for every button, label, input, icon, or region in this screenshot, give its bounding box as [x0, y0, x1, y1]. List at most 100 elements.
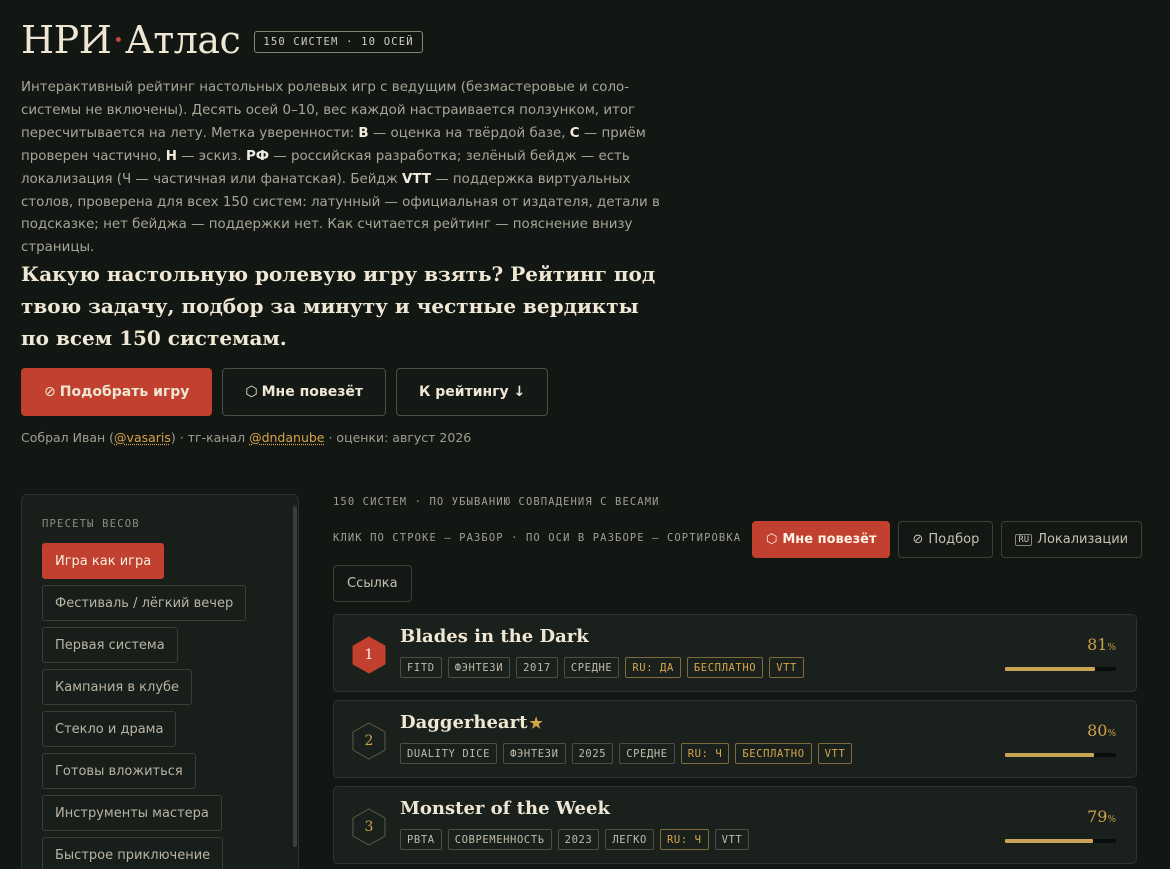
game-name: Daggerheart: [400, 712, 528, 733]
brand-row: НРИ·Атлас 150 СИСТЕМ · 10 ОСЕЙ: [21, 16, 423, 64]
feeling-lucky-label: Мне повезёт: [261, 384, 363, 400]
intro-segment: — оценка на твёрдой базе,: [368, 125, 570, 141]
toolbar-pick-label: Подбор: [928, 532, 980, 547]
score-value: 81: [1087, 635, 1108, 654]
preset-7[interactable]: Инструменты мастера: [42, 795, 222, 831]
tag-badge: СРЕДНЕ: [619, 743, 675, 764]
score-unit: %: [1107, 643, 1116, 653]
score-bar-fill: [1005, 839, 1093, 843]
presets-list: Игра как игра Фестиваль / лёгкий вечер Пер…: [42, 543, 247, 869]
pick-game-button[interactable]: ⊘ Подобрать игру: [21, 368, 213, 416]
rank-number: 2: [364, 733, 374, 749]
score-unit: %: [1107, 729, 1116, 739]
tag-list: DUALITY DICE ФЭНТЕЗИ 2025 СРЕДНЕ RU: Ч БЕСПЛА…: [400, 743, 853, 764]
preset-2[interactable]: Фестиваль / лёгкий вечер: [42, 585, 247, 621]
match-score: 80%: [1087, 721, 1116, 740]
ranking-row[interactable]: 3 Monster of the Week PBTA СОВРЕМЕННОСТЬ 202…: [333, 786, 1137, 864]
intro-keyword: В: [358, 125, 369, 141]
score-bar: [1005, 753, 1116, 757]
author-link[interactable]: @vasaris: [114, 430, 171, 445]
page-headline: Какую настольную ролевую игру взять? Рей…: [21, 262, 656, 350]
tag-list: FITD ФЭНТЕЗИ 2017 СРЕДНЕ RU: ДА БЕСПЛАТНО VTT: [400, 657, 804, 678]
intro-keyword: РФ: [245, 148, 270, 164]
ranking-row[interactable]: 2 Daggerheart ★ DUALITY DICE ФЭНТЕЗИ 2025 СРЕД…: [333, 700, 1137, 778]
score-bar: [1005, 667, 1116, 671]
to-rating-button[interactable]: К рейтингу ↓: [395, 368, 549, 416]
game-title: Blades in the Dark: [400, 626, 589, 647]
score-value: 79: [1087, 807, 1108, 826]
preset-4[interactable]: Кампания в клубе: [42, 669, 193, 705]
tag-badge: VTT: [817, 743, 853, 764]
rank-badge: 3: [352, 808, 386, 846]
app-title[interactable]: НРИ·Атлас: [21, 16, 241, 64]
ranking-row[interactable]: 1 Blades in the Dark FITD ФЭНТЕЗИ 2017 СРЕДНЕ…: [333, 614, 1137, 692]
preset-8[interactable]: Быстрое приключение: [42, 837, 224, 869]
rank-number: 1: [364, 647, 374, 663]
intro-keyword: С: [569, 125, 580, 141]
pick-game-label: Подобрать игру: [59, 384, 190, 400]
tag-badge: ФЭНТЕЗИ: [503, 743, 566, 764]
tag-list: PBTA СОВРЕМЕННОСТЬ 2023 ЛЕГКО RU: Ч VTT: [400, 829, 750, 850]
game-title: Daggerheart ★: [400, 712, 543, 733]
preset-3[interactable]: Первая система: [42, 627, 178, 663]
feeling-lucky-button[interactable]: ⬡ Мне повезёт: [222, 368, 386, 416]
intro-segment: — эскиз.: [176, 148, 246, 164]
weight-presets-panel: ПРЕСЕТЫ ВЕСОВ Игра как игра Фестиваль / л…: [21, 494, 299, 869]
list-toolbar: ⬡ Мне повезёт ⊘ Подбор RU Локализации: [752, 521, 1143, 558]
star-icon: ★: [529, 714, 543, 732]
presets-title: ПРЕСЕТЫ ВЕСОВ: [42, 518, 140, 530]
match-score: 81%: [1087, 635, 1116, 654]
preset-1[interactable]: Игра как игра: [42, 543, 165, 579]
score-value: 80: [1087, 721, 1108, 740]
dice-icon: ⬡: [766, 532, 778, 547]
toolbar-pick-button[interactable]: ⊘ Подбор: [898, 521, 994, 558]
tag-badge: RU: ДА: [625, 657, 681, 678]
compass-icon: ⊘: [912, 532, 924, 547]
credits-suffix: · оценки: август 2026: [324, 430, 472, 445]
list-hint: КЛИК ПО СТРОКЕ — РАЗБОР · ПО ОСИ В РАЗБО…: [333, 532, 742, 544]
tag-badge: 2023: [557, 829, 600, 850]
toolbar-lucky-button[interactable]: ⬡ Мне повезёт: [752, 521, 891, 558]
tag-badge: DUALITY DICE: [400, 743, 498, 764]
rank-badge: 2: [352, 722, 386, 760]
credits-mid: ) · тг-канал: [170, 430, 250, 445]
credits-prefix: Собрал Иван (: [21, 430, 115, 445]
cta-row: ⊘ Подобрать игру ⬡ Мне повезёт К рейтинг…: [21, 368, 549, 416]
tag-badge: RU: Ч: [659, 829, 709, 850]
tag-badge: СОВРЕМЕННОСТЬ: [447, 829, 552, 850]
ranking-list: 1 Blades in the Dark FITD ФЭНТЕЗИ 2017 СРЕДНЕ…: [333, 614, 1137, 864]
preset-6[interactable]: Готовы вложиться: [42, 753, 196, 789]
tag-badge: FITD: [400, 657, 442, 678]
to-rating-label: К рейтингу ↓: [418, 384, 526, 400]
compass-icon: ⊘: [44, 384, 56, 400]
game-name: Blades in the Dark: [400, 626, 589, 647]
tag-badge: БЕСПЛАТНО: [735, 743, 812, 764]
score-bar-fill: [1005, 667, 1095, 671]
copy-link-button[interactable]: Ссылка: [333, 565, 412, 602]
tag-badge: RU: Ч: [680, 743, 730, 764]
score-unit: %: [1107, 815, 1116, 825]
tag-badge: ФЭНТЕЗИ: [447, 657, 511, 678]
match-score: 79%: [1087, 807, 1116, 826]
tag-badge: СРЕДНЕ: [563, 657, 620, 678]
sidebar-scroll-thumb[interactable]: [293, 507, 297, 847]
systems-count-badge: 150 СИСТЕМ · 10 ОСЕЙ: [254, 31, 423, 53]
tag-badge: VTT: [714, 829, 750, 850]
game-title: Monster of the Week: [400, 798, 610, 819]
toolbar-localizations-button[interactable]: RU Локализации: [1001, 521, 1143, 558]
preset-5[interactable]: Стекло и драма: [42, 711, 177, 747]
intro-keyword: Н: [165, 148, 177, 164]
toolbar-localizations-label: Локализации: [1037, 532, 1129, 547]
list-summary: 150 СИСТЕМ · ПО УБЫВАНИЮ СОВПАДЕНИЯ С ВЕ…: [333, 496, 660, 508]
rank-number: 3: [364, 819, 374, 835]
tag-badge: ЛЕГКО: [605, 829, 654, 850]
brand-part1: НРИ: [21, 18, 112, 62]
tag-badge: VTT: [769, 657, 804, 678]
tag-badge: 2017: [516, 657, 558, 678]
brand-dot: ·: [112, 18, 124, 62]
tag-badge: БЕСПЛАТНО: [686, 657, 764, 678]
rank-badge: 1: [352, 636, 386, 674]
intro-text: Интерактивный рейтинг настольных ролевых…: [21, 77, 661, 260]
score-bar-fill: [1005, 753, 1094, 757]
channel-link[interactable]: @dndanube: [249, 430, 324, 445]
